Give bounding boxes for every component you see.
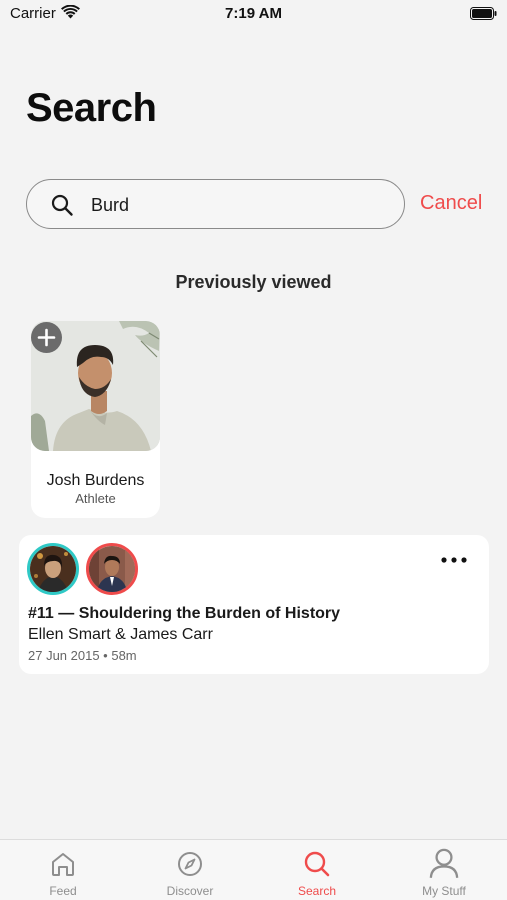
status-time: 7:19 AM	[225, 5, 282, 22]
page-title: Search	[26, 86, 157, 130]
status-bar: Carrier 7:19 AM	[0, 0, 507, 28]
avatar	[27, 543, 79, 595]
battery-icon	[470, 7, 497, 20]
previously-viewed-heading: Previously viewed	[175, 272, 332, 292]
episode-meta: 27 Jun 2015 • 58m	[28, 648, 137, 663]
tab-my-stuff[interactable]: My Stuff	[381, 840, 507, 900]
tab-label: Search	[297, 884, 337, 898]
cancel-button[interactable]: Cancel	[420, 192, 482, 215]
tab-bar: Feed Discover Search My Stuff	[0, 839, 507, 900]
avatar	[86, 543, 138, 595]
search-icon	[51, 194, 73, 216]
more-options-icon[interactable]	[438, 552, 470, 568]
tab-label: Feed	[49, 884, 77, 898]
add-button[interactable]	[31, 322, 62, 353]
search-icon	[304, 851, 330, 877]
plus-icon	[37, 328, 56, 347]
tab-label: Discover	[166, 884, 214, 898]
tab-feed[interactable]: Feed	[0, 840, 126, 900]
home-icon	[52, 853, 74, 876]
search-field[interactable]	[26, 179, 405, 229]
person-icon	[429, 848, 459, 878]
episode-title: #11 — Shouldering the Burden of History	[28, 605, 341, 622]
tab-search[interactable]: Search	[254, 840, 380, 900]
tab-label: My Stuff	[422, 884, 466, 898]
person-role: Athlete	[75, 491, 116, 506]
person-name: Josh Burdens	[46, 472, 145, 489]
tab-discover[interactable]: Discover	[127, 840, 253, 900]
compass-icon	[178, 852, 202, 876]
avatar-image	[30, 546, 76, 592]
search-input[interactable]	[91, 192, 381, 218]
episode-authors: Ellen Smart & James Carr	[28, 626, 213, 643]
avatar-image	[89, 546, 135, 592]
screen: Carrier 7:19 AM Search Cancel Previously…	[0, 0, 507, 900]
